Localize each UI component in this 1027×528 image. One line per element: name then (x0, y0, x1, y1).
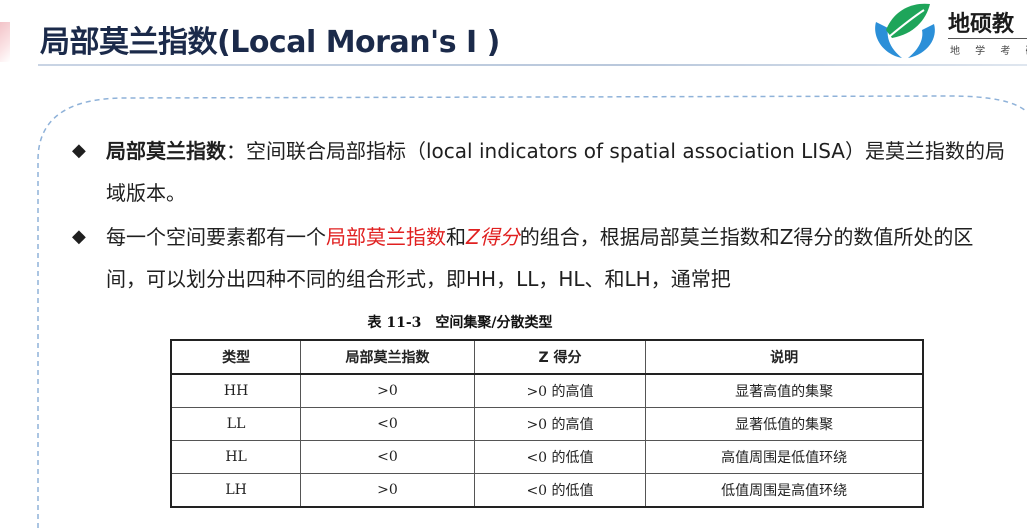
logo-name: 地硕教 (948, 11, 1015, 37)
bullet-item-combination: ◆ 每一个空间要素都有一个局部莫兰指数和Z得分的组合，根据局部莫兰指数和Z得分的… (70, 216, 1010, 300)
cell-z-score: <0 的低值 (473, 473, 647, 508)
cell-description: 高值周围是低值环绕 (645, 440, 924, 474)
bullet-text-pre: 每一个空间要素都有一个 (106, 225, 326, 249)
page-title: 局部莫兰指数(Local Moran's I ) (40, 25, 500, 60)
cell-local-moran: <0 (300, 407, 475, 441)
cell-local-moran: <0 (300, 440, 475, 474)
cell-z-score: <0 的低值 (473, 440, 647, 474)
cell-type: LH (170, 473, 302, 508)
cell-type: LL (170, 407, 302, 441)
bullet-term: 局部莫兰指数 (106, 139, 226, 163)
table-row: HH >0 >0 的高值 显著高值的集聚 (170, 373, 924, 408)
bullet-text-mid: 和 (446, 225, 466, 249)
bullet-text: ：空间联合局部指标（local indicators of spatial as… (106, 139, 1005, 205)
bullet-item-definition: ◆ 局部莫兰指数：空间联合局部指标（local indicators of sp… (70, 130, 1010, 214)
diamond-bullet-icon: ◆ (72, 140, 86, 161)
header-type: 类型 (170, 339, 302, 375)
cell-type: HL (170, 440, 302, 474)
left-accent-decoration (0, 22, 10, 62)
cell-z-score: >0 的高值 (473, 373, 647, 408)
logo-divider (948, 38, 1027, 39)
header-z-score: Z 得分 (473, 339, 647, 375)
table-row: LH >0 <0 的低值 低值周围是高值环绕 (170, 473, 924, 508)
bullet-list: ◆ 局部莫兰指数：空间联合局部指标（local indicators of sp… (70, 130, 1010, 300)
highlight-z-score: Z得分 (466, 225, 520, 249)
highlight-local-moran: 局部莫兰指数 (326, 225, 446, 249)
table-row: HL <0 <0 的低值 高值周围是低值环绕 (170, 440, 924, 474)
cell-type: HH (170, 373, 302, 408)
table-row: LL <0 >0 的高值 显著低值的集聚 (170, 407, 924, 441)
logo-subtitle: 地 学 考 研 (950, 46, 1027, 57)
table-caption: 表 11-3 空间集聚/分散类型 (367, 315, 553, 331)
cell-local-moran: >0 (300, 373, 475, 408)
cell-local-moran: >0 (300, 473, 475, 508)
leaf-hands-icon (875, 3, 935, 58)
classification-table: 类型 局部莫兰指数 Z 得分 说明 HH >0 >0 的高值 显著高值的集聚 L… (170, 339, 924, 508)
cell-description: 显著低值的集聚 (645, 407, 924, 441)
diamond-bullet-icon: ◆ (72, 226, 86, 247)
logo: 地硕教 地 学 考 研 (868, 0, 1027, 64)
cell-z-score: >0 的高值 (473, 407, 647, 441)
table-header-row: 类型 局部莫兰指数 Z 得分 说明 (170, 339, 924, 375)
header-local-moran: 局部莫兰指数 (300, 339, 475, 375)
title-underline (38, 64, 1027, 66)
cell-description: 低值周围是高值环绕 (645, 473, 924, 508)
header-description: 说明 (645, 339, 924, 375)
classification-table-figure: 表 11-3 空间集聚/分散类型 类型 局部莫兰指数 Z 得分 说明 HH >0… (160, 306, 938, 528)
cell-description: 显著高值的集聚 (645, 373, 924, 408)
